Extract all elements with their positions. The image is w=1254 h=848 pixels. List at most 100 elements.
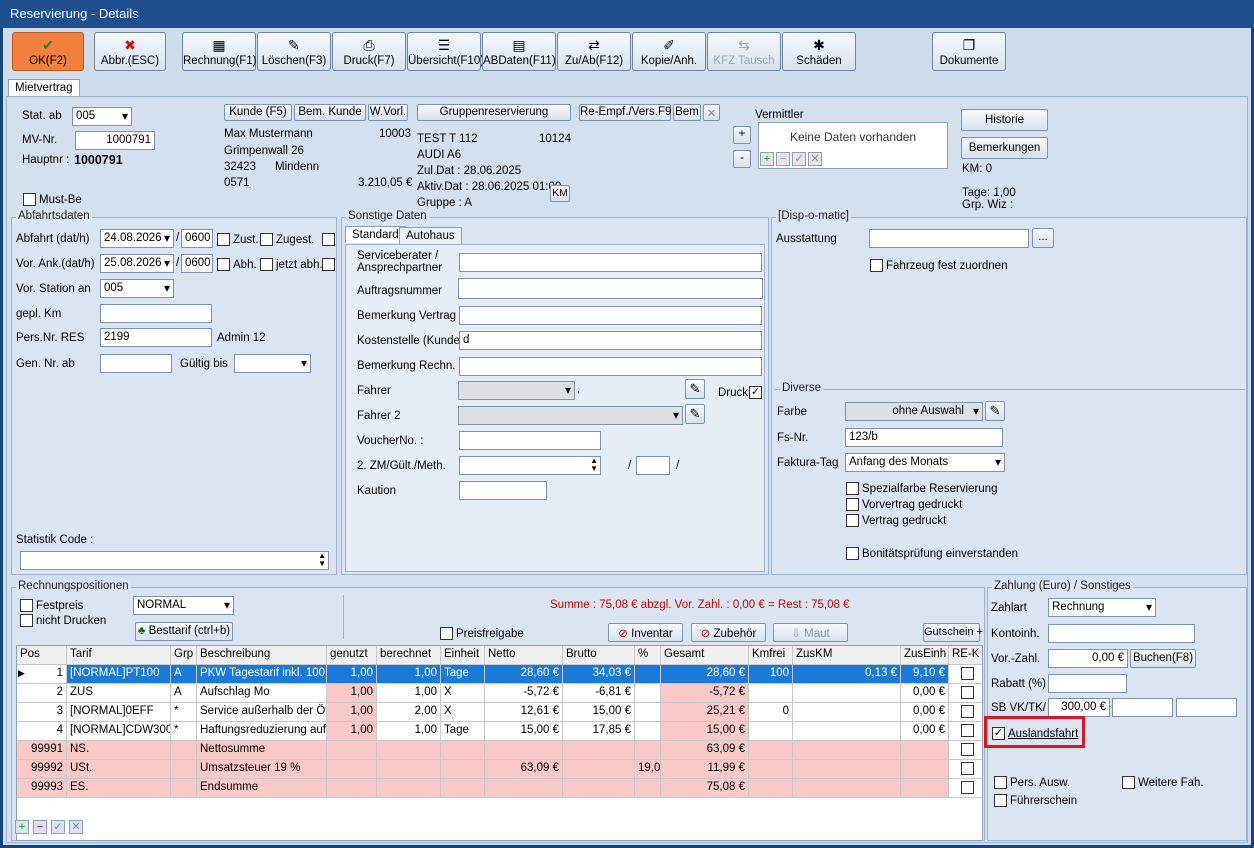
- grid-cell[interactable]: [793, 722, 901, 741]
- zubehoer-button[interactable]: ⊘ Zubehör: [691, 623, 766, 642]
- cancel-button[interactable]: ✖ Abbr.(ESC): [94, 32, 166, 71]
- grid-cell[interactable]: [749, 760, 793, 779]
- grid-cell[interactable]: 0: [749, 703, 793, 722]
- grid-header-cell[interactable]: ZusEinh: [901, 646, 949, 665]
- grid-cell[interactable]: 75,08 €: [661, 779, 749, 798]
- grid-cell[interactable]: 1,00: [377, 684, 441, 703]
- tab-mietvertrag[interactable]: Mietvertrag: [8, 79, 80, 96]
- vorzahl-input[interactable]: 0,00 €: [1048, 649, 1128, 668]
- grid-header-cell[interactable]: berechnet: [377, 646, 441, 665]
- grid-header-cell[interactable]: Grp: [171, 646, 197, 665]
- sb-extra-input[interactable]: [1176, 698, 1237, 717]
- pers-ausw-checkbox[interactable]: [994, 776, 1007, 789]
- fahrer2-lookup-icon[interactable]: ✎: [685, 404, 705, 424]
- grid-cell[interactable]: 15,00 €: [485, 722, 563, 741]
- grid-cell[interactable]: A: [171, 684, 197, 703]
- grid-add-icon[interactable]: +: [15, 820, 29, 834]
- grid-cell[interactable]: 2: [17, 684, 67, 703]
- faktura-select[interactable]: Anfang des Monats: [845, 453, 1005, 472]
- table-row[interactable]: 99993 ES. Endsumme 75,08 €: [17, 779, 982, 798]
- grid-cell[interactable]: [485, 741, 563, 760]
- tab-autohaus[interactable]: Autohaus: [399, 227, 462, 244]
- besttarif-button[interactable]: ♣ Besttarif (ctrl+b): [135, 622, 233, 641]
- grid-cell[interactable]: [563, 741, 635, 760]
- grid-cell[interactable]: [635, 703, 661, 722]
- grid-cell[interactable]: [949, 665, 982, 684]
- auftrag-input[interactable]: [458, 278, 763, 299]
- grid-cell[interactable]: [441, 760, 485, 779]
- group-reservation-button[interactable]: Gruppenreservierung: [417, 104, 571, 121]
- re-k-checkbox[interactable]: [961, 705, 974, 718]
- grid-cell[interactable]: [171, 760, 197, 779]
- documents-button[interactable]: ❐ Dokumente: [932, 32, 1006, 71]
- grid-cell[interactable]: Tage: [441, 665, 485, 684]
- grid-cell[interactable]: Service außerhalb der Öffn: [197, 703, 327, 722]
- grid-confirm-icon[interactable]: ✓: [51, 820, 65, 834]
- grid-cell[interactable]: [441, 779, 485, 798]
- remove-row-icon[interactable]: −: [776, 152, 790, 166]
- grid-cell[interactable]: [749, 684, 793, 703]
- grid-cell[interactable]: Haftungsreduzierung auf 3: [197, 722, 327, 741]
- fahrer-lookup-icon[interactable]: ✎: [685, 379, 705, 399]
- grid-cell[interactable]: 1,00: [377, 665, 441, 684]
- grid-cell[interactable]: 1,00: [327, 703, 377, 722]
- copy-button[interactable]: ✐ Kopie/Anh.: [632, 32, 706, 71]
- grid-cell[interactable]: 3: [17, 703, 67, 722]
- grid-cell[interactable]: [749, 722, 793, 741]
- grid-cell[interactable]: [949, 722, 982, 741]
- grid-cell[interactable]: [NORMAL]0EFF: [67, 703, 171, 722]
- grid-cell[interactable]: [635, 665, 661, 684]
- bem-button[interactable]: Bem: [673, 104, 701, 121]
- grid-cell[interactable]: *: [171, 722, 197, 741]
- grid-cell[interactable]: 1,00: [327, 665, 377, 684]
- grid-cell[interactable]: [901, 779, 949, 798]
- grid-header-cell[interactable]: Einheit: [441, 646, 485, 665]
- grid-cell[interactable]: [793, 779, 901, 798]
- grid-cell[interactable]: [441, 741, 485, 760]
- grid-cell[interactable]: 0,00 €: [901, 722, 949, 741]
- grid-cell[interactable]: [635, 722, 661, 741]
- fuehrerschein-checkbox[interactable]: [994, 794, 1007, 807]
- grid-cell[interactable]: X: [441, 703, 485, 722]
- damages-button[interactable]: ✱ Schäden: [782, 32, 856, 71]
- gueltig-select[interactable]: [234, 354, 311, 373]
- grid-cell[interactable]: [327, 779, 377, 798]
- grid-cell[interactable]: A: [171, 665, 197, 684]
- ausstattung-browse-button[interactable]: ...: [1032, 228, 1054, 248]
- zust-checkbox[interactable]: [217, 233, 230, 246]
- kaution-input[interactable]: [459, 481, 547, 500]
- festpreis-checkbox[interactable]: [20, 599, 33, 612]
- grid-cell[interactable]: 99991: [17, 741, 67, 760]
- abfahrt-date-input[interactable]: 24.08.2026: [100, 229, 174, 248]
- grid-cell[interactable]: 63,09 €: [485, 760, 563, 779]
- grid-cell[interactable]: [171, 741, 197, 760]
- grid-header-cell[interactable]: Gesamt: [661, 646, 749, 665]
- grid-cell[interactable]: [171, 779, 197, 798]
- grid-cell[interactable]: 0,13 €: [793, 665, 901, 684]
- grid-cell[interactable]: USt.: [67, 760, 171, 779]
- bemerkungen-button[interactable]: Bemerkungen: [961, 137, 1048, 159]
- grid-cell[interactable]: [327, 760, 377, 779]
- grid-cell[interactable]: -5,72 €: [661, 684, 749, 703]
- spezialfarbe-checkbox[interactable]: [846, 482, 859, 495]
- fsnr-input[interactable]: 123/b: [845, 428, 1003, 447]
- grid-cell[interactable]: [949, 741, 982, 760]
- add-row-icon[interactable]: +: [760, 152, 774, 166]
- grid-header-cell[interactable]: Tarif: [67, 646, 171, 665]
- grid-cell[interactable]: [949, 760, 982, 779]
- grid-cell[interactable]: 99992: [17, 760, 67, 779]
- positions-grid[interactable]: Pos Tarif Grp Beschreibung genutzt berechnet E…: [16, 645, 983, 841]
- inventar-button[interactable]: ⊘ Inventar: [608, 623, 683, 642]
- abh-checkbox[interactable]: [217, 258, 230, 271]
- grid-header-cell[interactable]: Pos: [17, 646, 67, 665]
- grid-cell[interactable]: 63,09 €: [661, 741, 749, 760]
- grid-cell[interactable]: 1,00: [327, 684, 377, 703]
- table-row[interactable]: 1 ▶ [NORMAL]PT100 A PKW Tagestarif inkl. 100…: [17, 665, 982, 684]
- grid-cell[interactable]: [NORMAL]CDW300: [67, 722, 171, 741]
- kontoinh-input[interactable]: [1048, 624, 1195, 643]
- zahlart-select[interactable]: Rechnung: [1048, 598, 1156, 617]
- mvnr-input[interactable]: 1000791: [75, 131, 155, 150]
- buchen-button[interactable]: Buchen(F8): [1130, 649, 1196, 668]
- km-button[interactable]: KM: [550, 185, 570, 202]
- grid-cell[interactable]: 15,00 €: [563, 703, 635, 722]
